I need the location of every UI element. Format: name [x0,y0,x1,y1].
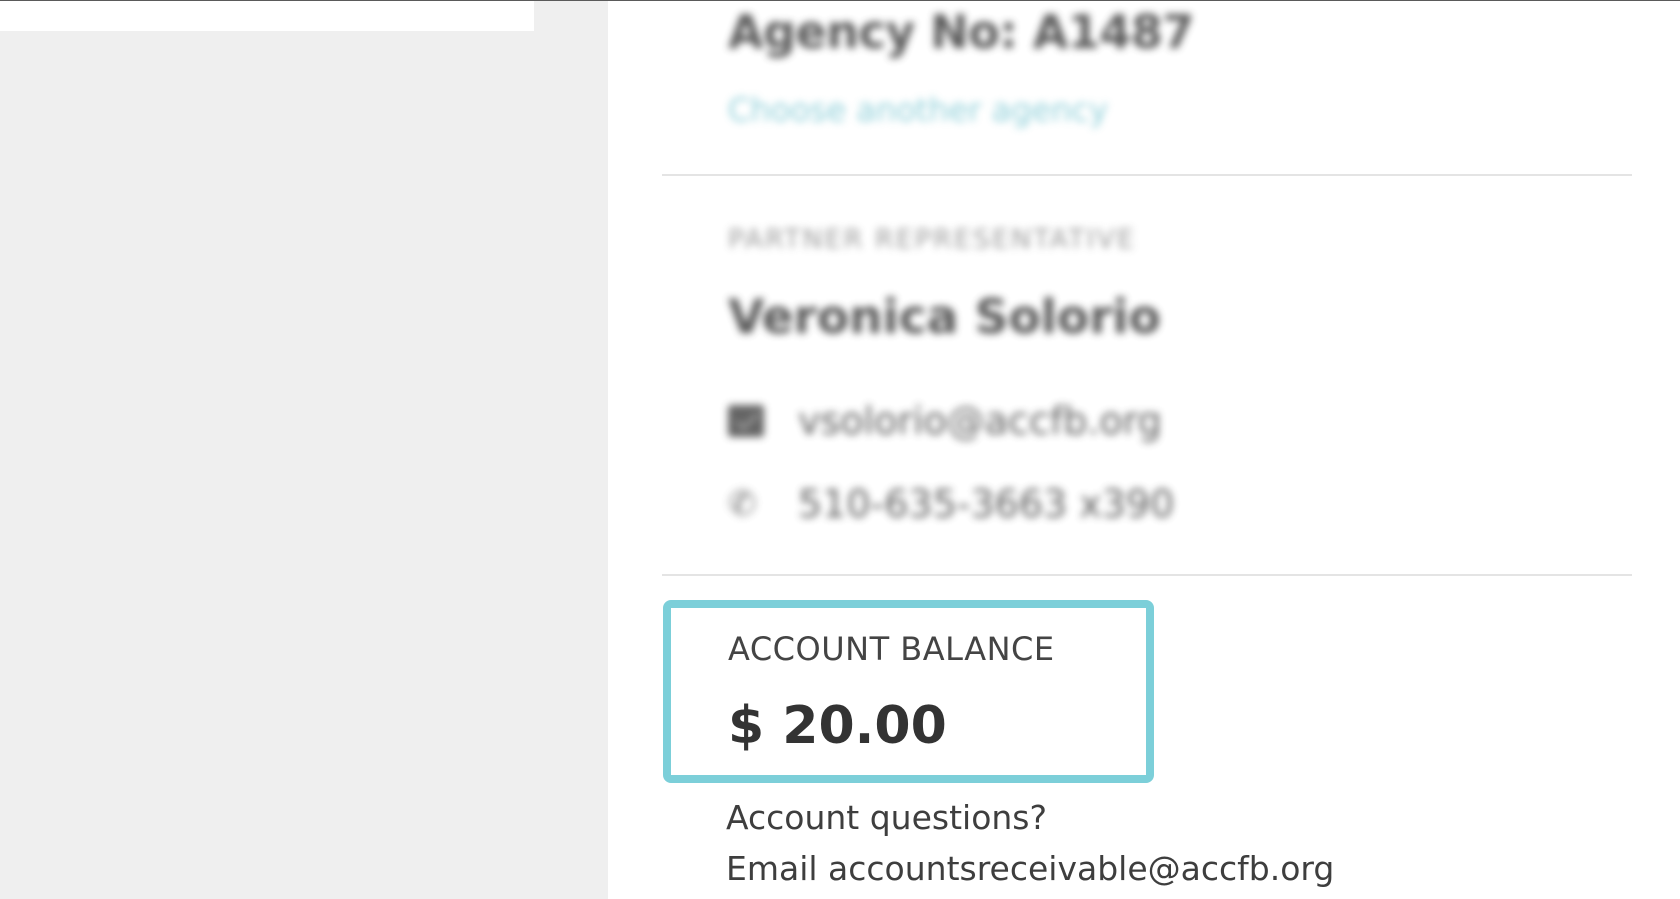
accounts-receivable-email-text[interactable]: Email accountsreceivable@accfb.org [726,849,1334,888]
agency-details-panel: Agency No: A1487 Choose another agency P… [608,1,1680,899]
rep-email-row: vsolorio@accfb.org [728,399,1162,443]
section-divider [662,174,1632,176]
account-balance-card: ACCOUNT BALANCE $ 20.00 [663,600,1154,783]
phone-icon: ✆ [728,484,757,524]
choose-another-agency-link[interactable]: Choose another agency [728,91,1108,129]
account-balance-label: ACCOUNT BALANCE [728,630,1055,668]
left-panel [0,1,608,899]
account-balance-value: $ 20.00 [728,696,947,756]
agency-number: Agency No: A1487 [728,5,1194,59]
section-divider [662,574,1632,576]
rep-email-link[interactable]: vsolorio@accfb.org [798,399,1162,443]
rep-phone-number[interactable]: 510-635-3663 x390 [798,482,1174,526]
partner-representative-label: PARTNER REPRESENTATIVE [728,224,1136,255]
envelope-icon [728,405,764,437]
partner-representative-name: Veronica Solorio [728,290,1161,345]
account-questions-text: Account questions? [726,798,1048,837]
rep-phone-row: ✆ 510-635-3663 x390 [728,482,1174,526]
left-panel-header-strip [0,1,534,31]
